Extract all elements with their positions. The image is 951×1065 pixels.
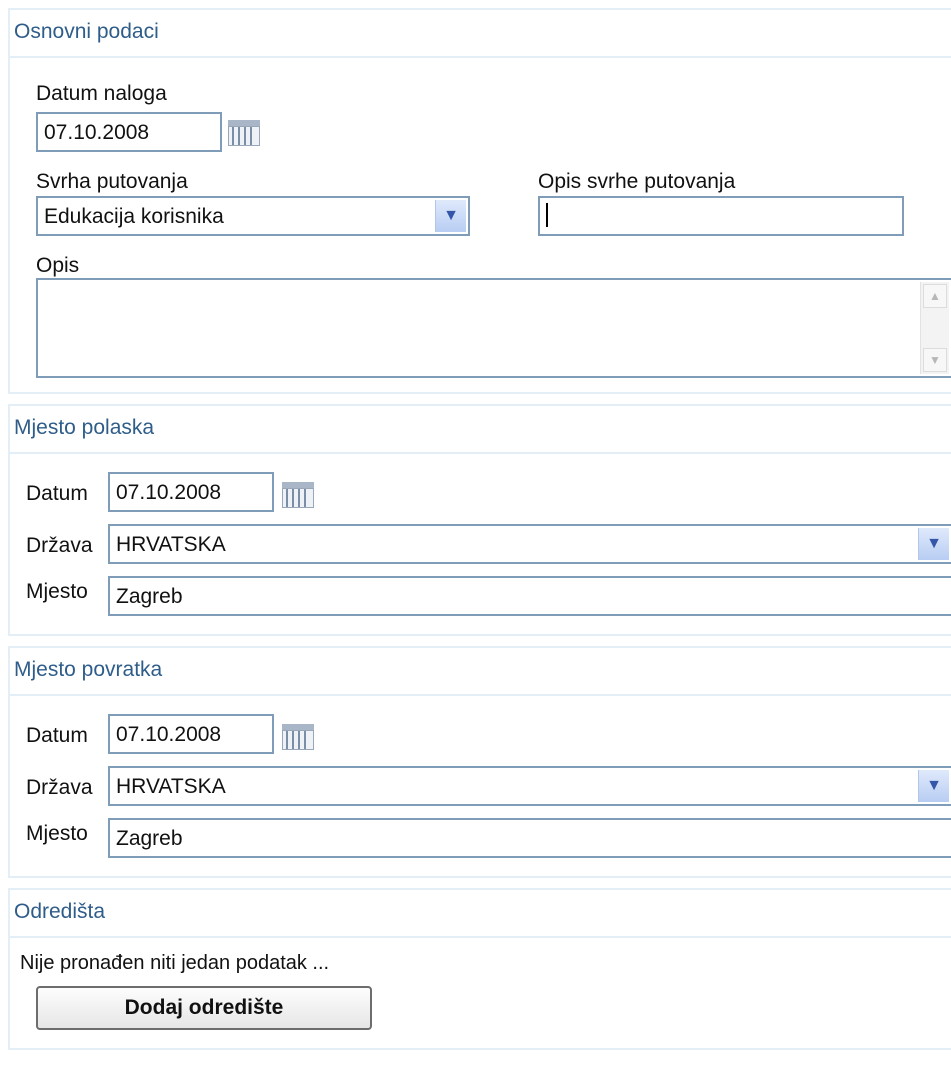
povratak-mjesto-input[interactable]: Zagreb bbox=[108, 818, 951, 858]
text-cursor bbox=[546, 203, 548, 228]
polazak-drzava-value: HRVATSKA bbox=[116, 533, 226, 556]
add-destination-button[interactable]: Dodaj odredište bbox=[36, 986, 372, 1030]
calendar-icon[interactable] bbox=[280, 478, 316, 512]
polazak-mjesto-label: Mjesto bbox=[26, 580, 88, 603]
povratak-drzava-select[interactable]: HRVATSKA ▼ bbox=[108, 766, 951, 806]
section-title-mjesto-povratka: Mjesto povratka bbox=[10, 648, 951, 696]
section-mjesto-polaska: Mjesto polaska Datum 07.10.2008 Država H… bbox=[8, 404, 951, 636]
polazak-drzava-select[interactable]: HRVATSKA ▼ bbox=[108, 524, 951, 564]
povratak-drzava-value: HRVATSKA bbox=[116, 775, 226, 798]
polazak-mjesto-value: Zagreb bbox=[116, 585, 183, 608]
datum-naloga-label: Datum naloga bbox=[36, 82, 167, 105]
povratak-datum-input[interactable]: 07.10.2008 bbox=[108, 714, 274, 754]
scroll-down-arrow-icon[interactable]: ▼ bbox=[923, 348, 947, 372]
polazak-mjesto-input[interactable]: Zagreb bbox=[108, 576, 951, 616]
svrha-putovanja-value: Edukacija korisnika bbox=[44, 205, 224, 228]
povratak-drzava-label: Država bbox=[26, 776, 93, 799]
polazak-datum-input[interactable]: 07.10.2008 bbox=[108, 472, 274, 512]
section-title-odredista: Odredišta bbox=[10, 890, 951, 938]
chevron-down-icon[interactable]: ▼ bbox=[918, 528, 949, 560]
section-mjesto-povratka: Mjesto povratka Datum 07.10.2008 Država … bbox=[8, 646, 951, 878]
svrha-putovanja-select[interactable]: Edukacija korisnika ▼ bbox=[36, 196, 470, 236]
calendar-icon[interactable] bbox=[226, 116, 262, 150]
svrha-putovanja-label: Svrha putovanja bbox=[36, 170, 188, 193]
polazak-datum-value: 07.10.2008 bbox=[116, 481, 222, 504]
scroll-up-arrow-icon[interactable]: ▲ bbox=[923, 284, 947, 308]
section-odredista: Odredišta Nije pronađen niti jedan podat… bbox=[8, 888, 951, 1050]
chevron-down-icon[interactable]: ▼ bbox=[435, 200, 466, 232]
opis-textarea[interactable]: ▲ ▼ bbox=[36, 278, 951, 378]
opis-svrhe-label: Opis svrhe putovanja bbox=[538, 170, 736, 193]
empty-message: Nije pronađen niti jedan podatak ... bbox=[20, 952, 330, 974]
calendar-icon[interactable] bbox=[280, 720, 316, 754]
povratak-mjesto-value: Zagreb bbox=[116, 827, 183, 850]
textarea-scrollbar[interactable]: ▲ ▼ bbox=[920, 282, 949, 374]
povratak-datum-label: Datum bbox=[26, 724, 88, 747]
povratak-mjesto-label: Mjesto bbox=[26, 822, 88, 845]
polazak-drzava-label: Država bbox=[26, 534, 93, 557]
chevron-down-icon[interactable]: ▼ bbox=[918, 770, 949, 802]
povratak-datum-value: 07.10.2008 bbox=[116, 723, 222, 746]
datum-naloga-value: 07.10.2008 bbox=[44, 121, 150, 144]
polazak-datum-label: Datum bbox=[26, 482, 88, 505]
section-osnovni-podaci: Osnovni podaci Datum naloga 07.10.2008 S… bbox=[8, 8, 951, 394]
datum-naloga-input[interactable]: 07.10.2008 bbox=[36, 112, 222, 152]
opis-svrhe-input[interactable] bbox=[538, 196, 904, 236]
section-title-osnovni-podaci: Osnovni podaci bbox=[10, 10, 951, 58]
section-title-mjesto-polaska: Mjesto polaska bbox=[10, 406, 951, 454]
opis-label: Opis bbox=[36, 254, 80, 277]
